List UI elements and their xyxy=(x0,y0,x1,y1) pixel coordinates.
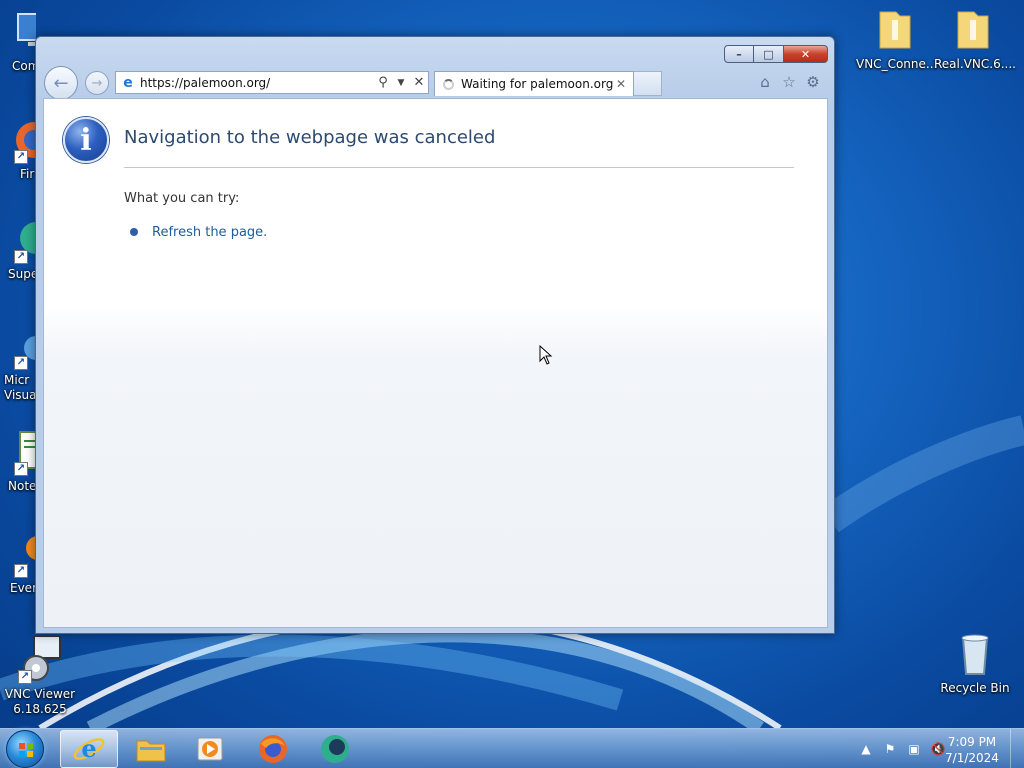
favorites-star-icon[interactable]: ☆ xyxy=(780,73,798,91)
tab-close-icon[interactable]: ✕ xyxy=(613,77,629,91)
taskbar-file-explorer[interactable] xyxy=(122,730,180,768)
search-icon[interactable]: ⚲ xyxy=(374,75,392,90)
caption-buttons: – □ ✕ xyxy=(724,45,828,63)
taskbar-app[interactable] xyxy=(306,730,364,768)
desktop-icon-ever[interactable]: ↗ Ever xyxy=(0,530,36,596)
shortcut-arrow-icon: ↗ xyxy=(14,150,28,164)
zip-folder-icon xyxy=(948,6,996,54)
bullet-icon xyxy=(130,228,138,236)
start-button[interactable] xyxy=(6,730,44,768)
network-icon[interactable]: ▣ xyxy=(906,741,922,757)
app-icon: ↗ xyxy=(12,216,36,264)
zip-folder-icon xyxy=(870,6,918,54)
desktop-icon-notepad[interactable]: ↗ Note xyxy=(0,428,36,494)
desktop-icon-label: Supe xyxy=(8,267,36,281)
close-window-button[interactable]: ✕ xyxy=(784,45,828,63)
action-center-flag-icon[interactable]: ⚑ xyxy=(882,741,898,757)
app-icon xyxy=(321,735,349,763)
vnc-viewer-icon: ↗ xyxy=(16,635,64,684)
recycle-bin-icon xyxy=(951,630,999,678)
desktop-icon-label: Real.VNC.6.... xyxy=(934,57,1016,71)
media-player-icon xyxy=(197,737,223,761)
home-icon[interactable]: ⌂ xyxy=(756,73,774,91)
address-input[interactable] xyxy=(140,75,374,90)
desktop-icon-label: VNC_Conne... xyxy=(856,57,938,71)
arrow-right-icon: → xyxy=(91,75,103,91)
svg-text:e: e xyxy=(81,734,96,763)
back-button[interactable]: ← xyxy=(44,66,78,100)
browser-window[interactable]: – □ ✕ ← → e ⚲ ▼ ✕ Waiting for palemoon.o… xyxy=(35,36,835,634)
shortcut-arrow-icon: ↗ xyxy=(14,356,28,370)
shortcut-arrow-icon: ↗ xyxy=(18,670,32,684)
loading-spinner-icon xyxy=(443,78,454,90)
desktop-icon-label: Micr Visual xyxy=(4,373,36,402)
gear-icon[interactable]: ⚙ xyxy=(804,73,822,91)
desktop-icon-visual-studio[interactable]: ↗ Micr Visual xyxy=(0,334,36,403)
arrow-left-icon: ← xyxy=(53,72,69,94)
ie-page-icon: e xyxy=(123,74,133,91)
app-icon: ↗ xyxy=(12,334,36,370)
shortcut-arrow-icon: ↗ xyxy=(14,564,28,578)
firefox-icon xyxy=(259,735,287,763)
tab-title: Waiting for palemoon.org xyxy=(461,77,613,91)
try-label: What you can try: xyxy=(124,191,240,206)
desktop-icon-super[interactable]: ↗ Supe xyxy=(0,216,36,282)
computer-icon xyxy=(14,8,36,56)
info-icon: i xyxy=(63,117,109,163)
desktop-icon-label: VNC Viewer 6.18.625 xyxy=(4,687,76,716)
minimize-button[interactable]: – xyxy=(724,45,754,63)
clock-date: 7/1/2024 xyxy=(945,751,999,765)
taskbar-media-player[interactable] xyxy=(182,730,240,768)
desktop-icon-realvnc-zip[interactable]: Real.VNC.6.... xyxy=(934,6,1016,72)
desktop-icon-recycle-bin[interactable]: Recycle Bin xyxy=(937,630,1013,696)
page-content: i Navigation to the webpage was canceled… xyxy=(43,98,828,628)
internet-explorer-icon: e xyxy=(73,734,105,763)
show-desktop-button[interactable] xyxy=(1010,729,1024,768)
browser-toolbar: ⌂ ☆ ⚙ xyxy=(756,73,822,91)
chevron-down-icon[interactable]: ▼ xyxy=(392,78,410,88)
shortcut-arrow-icon: ↗ xyxy=(14,250,28,264)
clock-time: 7:09 PM xyxy=(947,735,997,749)
maximize-button[interactable]: □ xyxy=(754,45,784,63)
divider xyxy=(124,167,794,168)
stop-icon[interactable]: ✕ xyxy=(410,75,428,90)
desktop-icon-label: Ever xyxy=(10,581,36,595)
desktop-icon-label: Com xyxy=(12,59,36,73)
taskbar-firefox[interactable] xyxy=(244,730,302,768)
taskbar: e ▲ ⚑ ▣ 🔇 7:09 PM 7/1/2024 xyxy=(0,728,1024,768)
desktop-icon-label: Note xyxy=(8,479,36,493)
address-bar[interactable]: e ⚲ ▼ ✕ xyxy=(115,71,429,94)
mouse-cursor-icon xyxy=(539,345,553,365)
desktop-icon-vnc-viewer[interactable]: ↗ VNC Viewer 6.18.625 xyxy=(2,635,78,717)
error-title: Navigation to the webpage was canceled xyxy=(124,127,496,148)
folder-icon xyxy=(136,740,166,762)
clock[interactable]: 7:09 PM 7/1/2024 xyxy=(942,734,1002,766)
new-tab-button[interactable] xyxy=(634,71,662,96)
desktop-icon-label: Fir xyxy=(20,167,35,181)
desktop-icon-firefox[interactable]: ↗ Fir xyxy=(0,116,36,182)
app-icon: ↗ xyxy=(12,530,36,578)
firefox-icon: ↗ xyxy=(12,116,36,164)
taskbar-internet-explorer[interactable]: e xyxy=(60,730,118,768)
notepad-icon: ↗ xyxy=(12,428,36,476)
tab-palemoon[interactable]: Waiting for palemoon.org ✕ xyxy=(434,71,634,96)
system-tray: ▲ ⚑ ▣ 🔇 xyxy=(858,741,946,757)
desktop-icon-label: Recycle Bin xyxy=(940,681,1010,695)
show-hidden-icons-icon[interactable]: ▲ xyxy=(858,741,874,757)
forward-button[interactable]: → xyxy=(85,71,109,95)
desktop-icon-vnc-connect-zip[interactable]: VNC_Conne... xyxy=(856,6,938,72)
windows-logo-icon xyxy=(19,743,33,757)
desktop-icon-computer[interactable]: Com xyxy=(0,8,36,74)
refresh-page-link[interactable]: Refresh the page. xyxy=(152,225,267,240)
shortcut-arrow-icon: ↗ xyxy=(14,462,28,476)
